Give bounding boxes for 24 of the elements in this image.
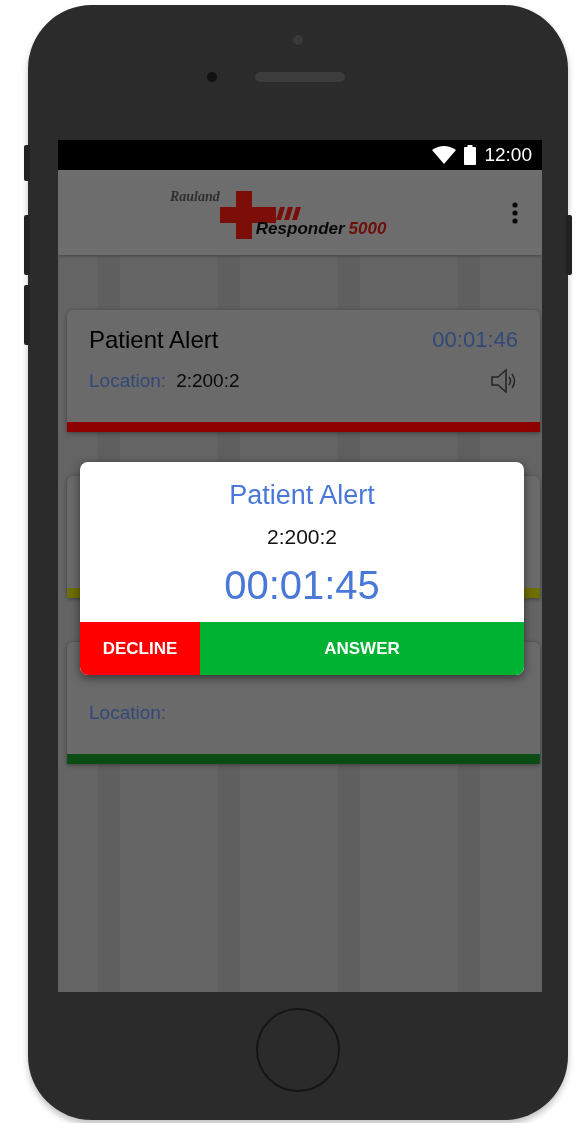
- dialog-timer: 00:01:45: [224, 563, 380, 608]
- logo-product: Responder: [255, 218, 345, 239]
- alert-title: Patient Alert: [89, 326, 219, 354]
- camera-lens: [207, 72, 217, 82]
- side-button[interactable]: [24, 145, 30, 181]
- wifi-icon: [432, 146, 457, 164]
- dialog-title: Patient Alert: [229, 480, 375, 511]
- side-button[interactable]: [566, 215, 572, 275]
- location-value: 2:200:2: [176, 370, 240, 392]
- answer-button[interactable]: ANSWER: [200, 622, 524, 675]
- side-button[interactable]: [24, 215, 30, 275]
- more-menu-icon[interactable]: [512, 201, 518, 224]
- alert-card[interactable]: Patient Alert 00:01:46 Location: 2:200:2: [67, 310, 540, 432]
- battery-icon: [464, 145, 477, 165]
- decline-button[interactable]: DECLINE: [80, 622, 200, 675]
- speaker-icon[interactable]: [490, 368, 518, 394]
- location-label: Location:: [89, 370, 167, 392]
- logo-model: 5000: [348, 218, 387, 239]
- side-button[interactable]: [24, 285, 30, 345]
- logo-brand: Rauland: [170, 188, 220, 205]
- elapsed-time: 00:01:46: [432, 327, 518, 353]
- location-label: Location:: [89, 702, 167, 724]
- dialog-location: 2:200:2: [266, 525, 338, 549]
- status-time: 12:00: [484, 144, 532, 166]
